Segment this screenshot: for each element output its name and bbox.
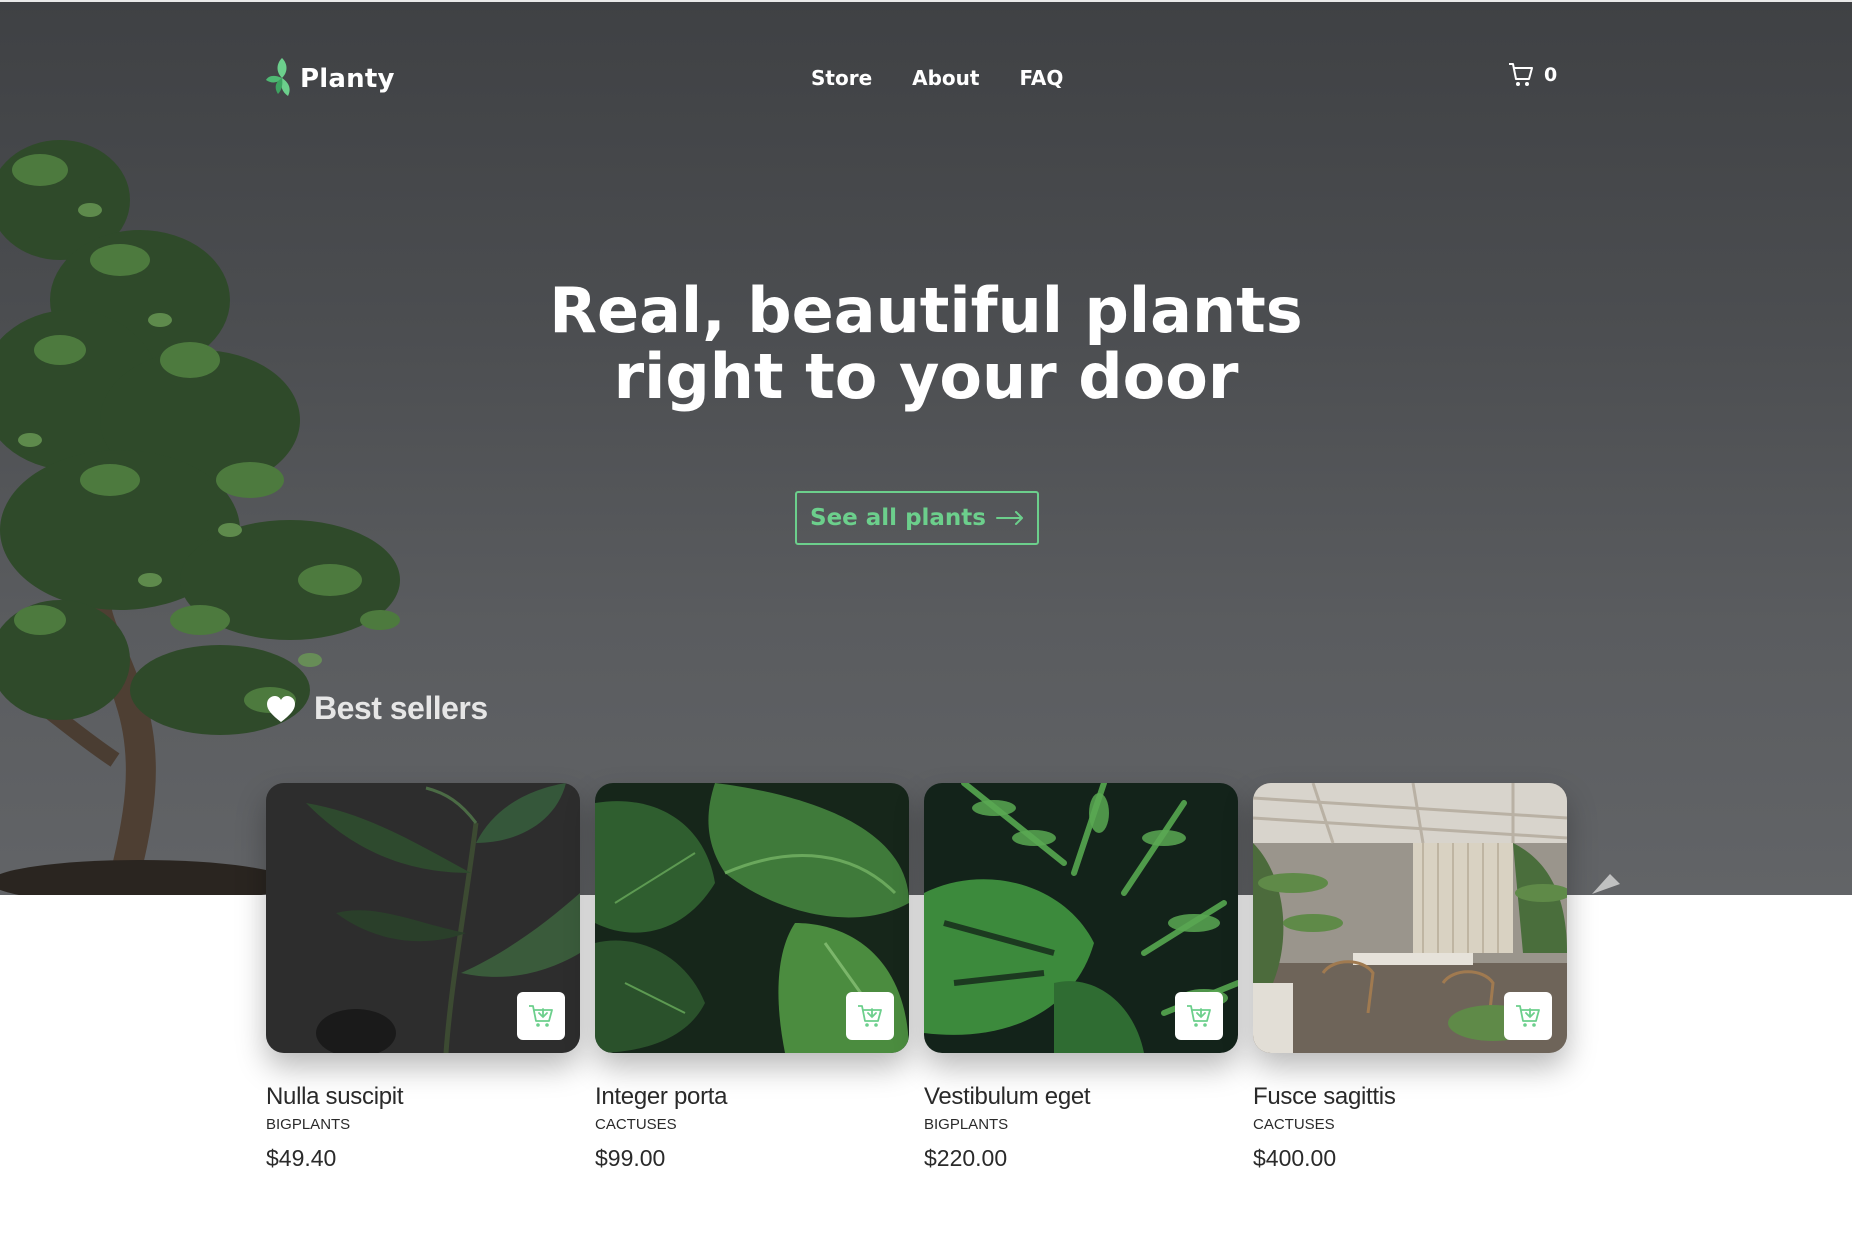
add-to-cart-icon (1516, 1005, 1540, 1027)
product-name[interactable]: Nulla suscipit (266, 1083, 580, 1111)
hero-title: Real, beautiful plants right to your doo… (426, 278, 1426, 410)
cart-count: 0 (1544, 64, 1558, 86)
add-to-cart-button[interactable] (1504, 992, 1552, 1040)
product-price: $99.00 (595, 1145, 666, 1171)
product-category: BIGPLANTS (924, 1116, 1009, 1133)
add-to-cart-button[interactable] (1175, 992, 1223, 1040)
product-image[interactable] (595, 783, 909, 1053)
product-price: $220.00 (924, 1145, 1008, 1171)
brand-logo[interactable]: Planty (266, 56, 395, 102)
product-image[interactable] (1253, 783, 1567, 1053)
product-name[interactable]: Integer porta (595, 1083, 909, 1111)
product-card[interactable]: Vestibulum eget BIGPLANTS $220.00 (924, 783, 1238, 1172)
best-sellers-heading: Best sellers (266, 690, 488, 727)
hero-section: Planty Store About FAQ 0 Real, beautiful… (0, 0, 1852, 895)
top-border (0, 0, 1852, 2)
hero-title-line-2: right to your door (613, 340, 1239, 413)
see-all-plants-button[interactable]: See all plants (795, 491, 1039, 545)
add-to-cart-icon (1187, 1005, 1211, 1027)
nav-link-about[interactable]: About (912, 66, 979, 90)
decor-leaf (1592, 874, 1620, 894)
add-to-cart-button[interactable] (517, 992, 565, 1040)
cart-button[interactable]: 0 (1508, 62, 1557, 88)
product-price: $49.40 (266, 1145, 337, 1171)
bonsai-tree-image (0, 140, 400, 895)
nav-link-faq[interactable]: FAQ (1019, 66, 1063, 90)
arrow-right-icon (996, 511, 1023, 525)
hero-title-line-1: Real, beautiful plants (549, 274, 1303, 347)
add-to-cart-button[interactable] (846, 992, 894, 1040)
main-nav: Store About FAQ (811, 66, 1063, 90)
product-card[interactable]: Nulla suscipit BIGPLANTS $49.40 (266, 783, 580, 1172)
cart-icon (1509, 63, 1533, 86)
nav-link-store[interactable]: Store (811, 66, 872, 90)
product-image[interactable] (266, 783, 580, 1053)
best-sellers-title: Best sellers (314, 690, 488, 726)
product-name[interactable]: Fusce sagittis (1253, 1083, 1567, 1111)
leaf-icon (266, 58, 290, 96)
product-card[interactable]: Integer porta CACTUSES $99.00 (595, 783, 909, 1172)
product-name[interactable]: Vestibulum eget (924, 1083, 1238, 1111)
heart-icon (267, 695, 295, 722)
product-price: $400.00 (1253, 1145, 1337, 1171)
product-category: BIGPLANTS (266, 1116, 351, 1133)
product-image[interactable] (924, 783, 1238, 1053)
brand-name: Planty (300, 64, 395, 94)
product-list: Nulla suscipit BIGPLANTS $49.40 Integer … (266, 783, 1567, 1172)
add-to-cart-icon (858, 1005, 882, 1027)
add-to-cart-icon (529, 1005, 553, 1027)
product-category: CACTUSES (1253, 1116, 1335, 1133)
product-card[interactable]: Fusce sagittis CACTUSES $400.00 (1253, 783, 1567, 1172)
product-category: CACTUSES (595, 1116, 677, 1133)
cta-label: See all plants (810, 505, 986, 531)
